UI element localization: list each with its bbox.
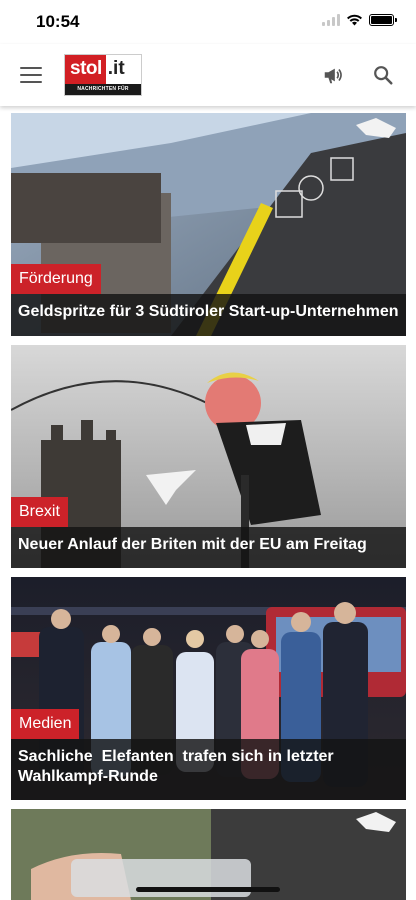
home-indicator [136,887,280,892]
article-title: Neuer Anlauf der Briten mit der EU am Fr… [11,527,406,568]
logo-main: stol [65,55,106,84]
cellular-signal-icon [322,14,340,26]
search-icon[interactable] [372,64,394,86]
logo-suffix: .it [105,55,125,84]
status-bar: 10:54 [0,0,416,44]
article-category: Förderung [11,264,101,294]
status-icons [322,14,397,26]
article-title: Sachliche Elefanten trafen sich in letzt… [11,739,406,800]
battery-icon [369,14,397,26]
article-category: Brexit [11,497,68,527]
article-card[interactable]: Förderung Geldspritze für 3 Südtiroler S… [11,113,406,336]
status-time: 10:54 [36,12,80,31]
article-card[interactable]: Brexit Neuer Anlauf der Briten mit der E… [11,345,406,568]
menu-icon[interactable] [20,67,42,83]
article-category: Medien [11,709,80,739]
stol-logo[interactable]: stol .it NACHRICHTEN FÜR SÜDTIROL [64,54,142,103]
wifi-icon [347,14,362,26]
app-header: stol .it NACHRICHTEN FÜR SÜDTIROL [0,44,416,106]
megaphone-icon[interactable] [322,64,344,86]
logo-tagline: NACHRICHTEN FÜR SÜDTIROL [65,84,141,103]
article-card[interactable]: Medien Sachliche Elefanten trafen sich i… [11,577,406,800]
article-title: Geldspritze für 3 Südtiroler Start-up-Un… [11,294,406,336]
